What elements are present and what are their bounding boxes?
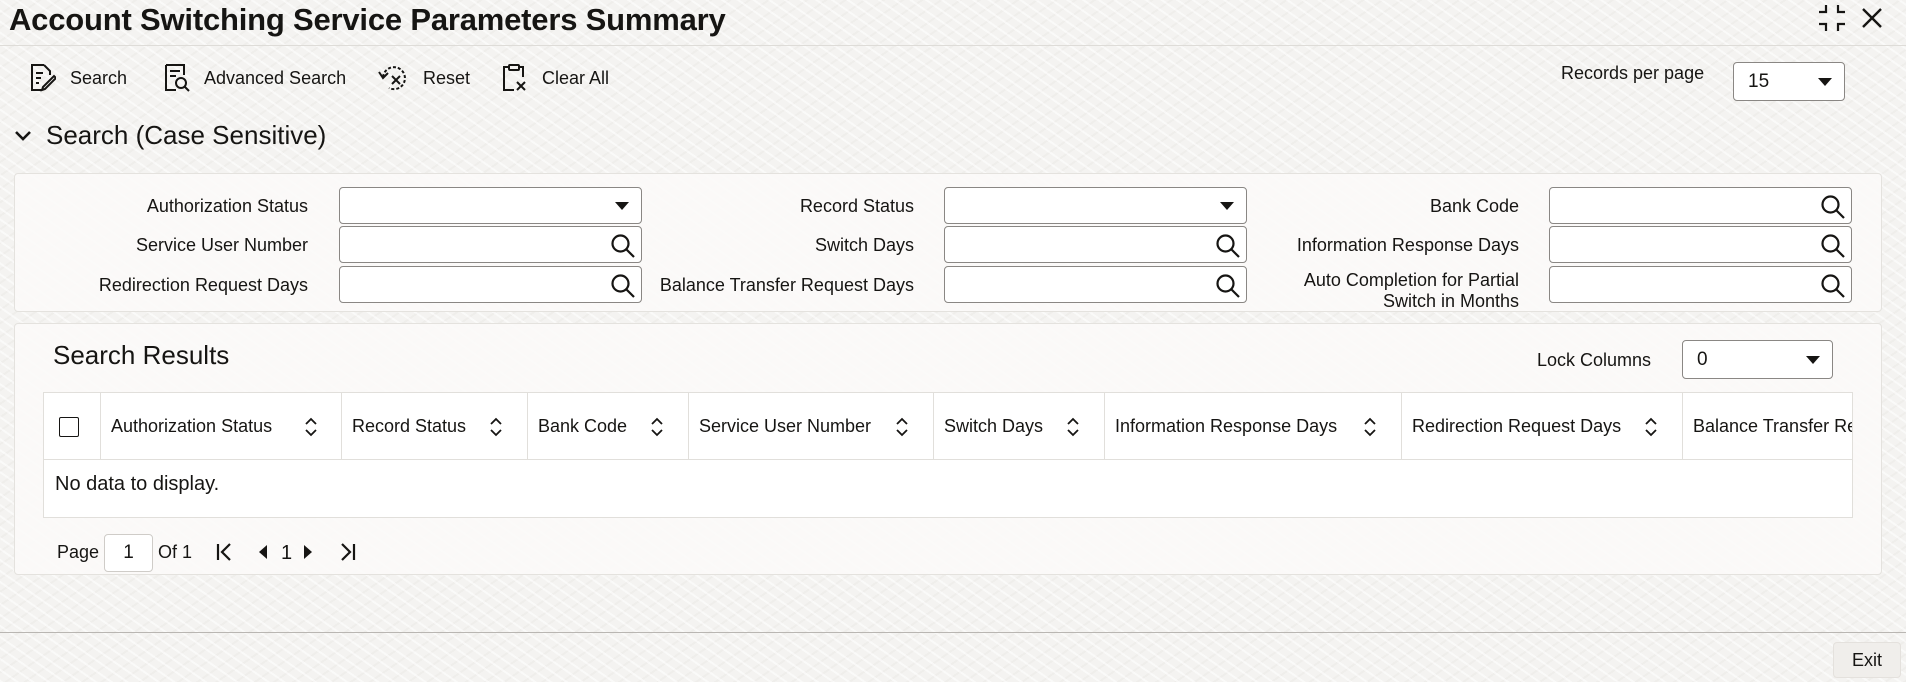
table-header-row: Authorization Status Record Status Bank …	[44, 393, 1853, 460]
advanced-search-button[interactable]: Advanced Search	[162, 58, 346, 98]
record-status-select[interactable]	[944, 187, 1247, 224]
auto-completion-input[interactable]	[1549, 266, 1852, 303]
reset-icon	[377, 63, 423, 93]
empty-table-message: No data to display.	[55, 473, 220, 495]
first-page-icon[interactable]	[214, 541, 236, 563]
column-header-switch-days[interactable]: Switch Days	[934, 393, 1105, 460]
sort-icon[interactable]	[1644, 417, 1658, 437]
search-button[interactable]: Search	[28, 58, 127, 98]
clear-all-label: Clear All	[542, 67, 610, 88]
clipboard-clear-icon	[500, 63, 542, 93]
bank-code-label: Bank Code	[1429, 196, 1519, 216]
search-icon[interactable]	[1820, 273, 1846, 299]
switch-days-label: Switch Days	[814, 235, 914, 255]
close-icon[interactable]	[1856, 2, 1888, 34]
authorization-status-label: Authorization Status	[146, 196, 308, 216]
reset-label: Reset	[423, 67, 471, 88]
search-icon[interactable]	[1820, 194, 1846, 220]
column-header-label: Redirection Request Days	[1412, 416, 1622, 436]
service-user-number-input[interactable]	[339, 226, 642, 263]
auto-completion-label: Auto Completion for Partial Switch in Mo…	[1250, 270, 1519, 312]
chevron-down-icon	[1818, 77, 1832, 86]
balance-transfer-request-days-input[interactable]	[944, 266, 1247, 303]
column-header-redirection-request-days[interactable]: Redirection Request Days	[1402, 393, 1683, 460]
column-header-label: Bank Code	[538, 416, 628, 436]
page-label: Page	[57, 542, 100, 562]
column-header-label: Information Response Days	[1115, 416, 1338, 436]
auto-completion-label-line1: Auto Completion for Partial	[1303, 270, 1519, 290]
page-number-input[interactable]: 1	[104, 534, 153, 572]
lock-columns-value: 0	[1697, 348, 1708, 370]
records-per-page-label: Records per page	[1561, 63, 1705, 83]
search-section-title: Search (Case Sensitive)	[46, 120, 327, 150]
search-icon[interactable]	[610, 273, 636, 299]
page-title: Account Switching Service Parameters Sum…	[9, 2, 726, 37]
next-page-icon[interactable]	[301, 543, 315, 561]
previous-page-icon[interactable]	[256, 543, 270, 561]
chevron-down-icon	[1806, 355, 1820, 364]
search-results-title: Search Results	[53, 340, 230, 370]
lock-columns-select[interactable]: 0	[1682, 340, 1833, 379]
records-per-page-value: 15	[1748, 70, 1770, 92]
advanced-search-label: Advanced Search	[204, 67, 347, 88]
auto-completion-label-line2: Switch in Months	[1382, 291, 1519, 311]
column-header-label: Authorization Status	[111, 416, 273, 436]
column-header-label: Record Status	[352, 416, 467, 436]
sort-icon[interactable]	[895, 417, 909, 437]
exit-button[interactable]: Exit	[1833, 642, 1901, 678]
authorization-status-select[interactable]	[339, 187, 642, 224]
sort-icon[interactable]	[1066, 417, 1080, 437]
column-header-label: Service User Number	[699, 416, 872, 436]
column-header-balance-transfer-request-days[interactable]: Balance Transfer Re	[1683, 393, 1853, 460]
information-response-days-label: Information Response Days	[1296, 235, 1519, 255]
redirection-request-days-input[interactable]	[339, 266, 642, 303]
select-all-checkbox[interactable]	[59, 416, 79, 437]
title-bar: Account Switching Service Parameters Sum…	[0, 0, 1906, 46]
column-header-label: Balance Transfer Re	[1693, 416, 1853, 436]
column-header-record-status[interactable]: Record Status	[342, 393, 528, 460]
search-doc-icon	[28, 63, 70, 93]
switch-days-input[interactable]	[944, 226, 1247, 263]
chevron-down-icon	[615, 201, 629, 210]
search-icon[interactable]	[1215, 273, 1241, 299]
balance-transfer-request-days-label: Balance Transfer Request Days	[659, 275, 914, 295]
column-header-authorization-status[interactable]: Authorization Status	[101, 393, 342, 460]
footer-bar	[0, 632, 1906, 682]
records-per-page-select[interactable]: 15	[1733, 62, 1845, 101]
search-button-label: Search	[70, 67, 128, 88]
column-header-service-user-number[interactable]: Service User Number	[689, 393, 934, 460]
current-page-number: 1	[281, 542, 293, 564]
clear-all-button[interactable]: Clear All	[500, 58, 609, 98]
reset-button[interactable]: Reset	[377, 58, 470, 98]
lock-columns-label: Lock Columns	[1537, 350, 1652, 370]
results-table: Authorization Status Record Status Bank …	[43, 392, 1853, 518]
sort-icon[interactable]	[650, 417, 664, 437]
redirection-request-days-label: Redirection Request Days	[98, 275, 308, 295]
sort-icon[interactable]	[304, 417, 318, 437]
record-status-label: Record Status	[799, 196, 914, 216]
search-icon[interactable]	[610, 233, 636, 259]
search-section-toggle[interactable]: Search (Case Sensitive)	[14, 120, 326, 151]
column-header-information-response-days[interactable]: Information Response Days	[1105, 393, 1402, 460]
chevron-down-icon	[1220, 201, 1234, 210]
sort-icon[interactable]	[489, 417, 503, 437]
bank-code-input[interactable]	[1549, 187, 1852, 224]
advanced-search-icon	[162, 63, 204, 93]
information-response-days-input[interactable]	[1549, 226, 1852, 263]
column-header-bank-code[interactable]: Bank Code	[528, 393, 689, 460]
last-page-icon[interactable]	[336, 541, 358, 563]
search-icon[interactable]	[1215, 233, 1241, 259]
service-user-number-label: Service User Number	[135, 235, 308, 255]
page-of-label: Of 1	[158, 542, 193, 562]
column-header-label: Switch Days	[944, 416, 1044, 436]
chevron-down-icon	[14, 130, 46, 142]
select-all-column	[44, 393, 101, 460]
collapse-icon[interactable]	[1816, 2, 1848, 34]
search-icon[interactable]	[1820, 233, 1846, 259]
sort-icon[interactable]	[1363, 417, 1377, 437]
